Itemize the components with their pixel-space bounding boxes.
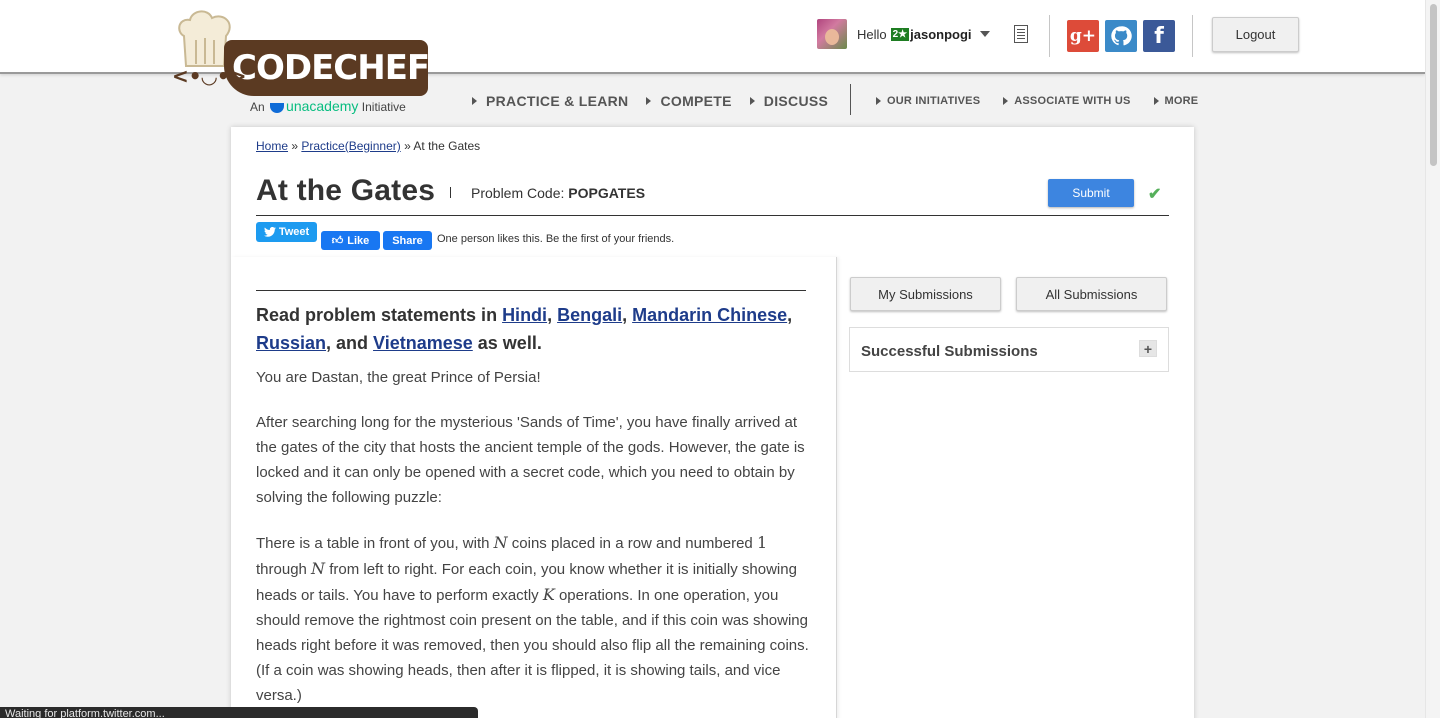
statement-paragraph: You are Dastan, the great Prince of Pers…: [256, 369, 541, 386]
star-rating-badge: 2★: [890, 27, 910, 41]
problem-card: Home » Practice(Beginner) » At the Gates…: [231, 127, 1194, 718]
user-avatar[interactable]: [817, 19, 847, 49]
facebook-likes-text: One person likes this. Be the first of y…: [437, 233, 675, 245]
language-links: Read problem statements in Hindi, Bengal…: [256, 305, 793, 353]
header-divider: [1049, 15, 1050, 57]
caret-right-icon: [876, 97, 881, 105]
lang-link-bengali[interactable]: Bengali: [557, 305, 622, 325]
facebook-icon[interactable]: f: [1143, 20, 1175, 52]
caret-right-icon: [646, 97, 652, 105]
title-rule: [256, 215, 1169, 216]
all-submissions-button[interactable]: All Submissions: [1016, 277, 1167, 311]
lang-link-mandarin[interactable]: Mandarin Chinese: [632, 305, 787, 325]
notes-icon[interactable]: [1014, 25, 1028, 43]
caret-right-icon: [1153, 97, 1159, 105]
my-submissions-button[interactable]: My Submissions: [850, 277, 1001, 311]
breadcrumb-home-link[interactable]: Home: [256, 139, 288, 153]
breadcrumb-current: At the Gates: [413, 139, 481, 153]
twitter-icon: [263, 227, 276, 237]
secondary-nav: OUR INITIATIVES ASSOCIATE WITH US MORE: [876, 92, 1221, 110]
username-link[interactable]: jasonpogi: [910, 27, 971, 42]
logo-wordmark: CODECHEF: [232, 48, 430, 88]
breadcrumb-practice-link[interactable]: Practice(Beginner): [301, 139, 400, 153]
nav-practice-learn[interactable]: PRACTICE & LEARN: [472, 93, 628, 109]
browser-status-bar: Waiting for platform.twitter.com...: [0, 707, 478, 718]
lang-link-hindi[interactable]: Hindi: [502, 305, 547, 325]
logo-tagline: An unacademy Initiative: [250, 98, 406, 114]
nav-divider: [850, 84, 851, 115]
nav-associate-with-us[interactable]: ASSOCIATE WITH US: [1003, 95, 1130, 107]
lang-link-russian[interactable]: Russian: [256, 333, 326, 353]
google-plus-icon[interactable]: g+: [1067, 20, 1099, 52]
facebook-share-button[interactable]: Share: [383, 231, 432, 250]
user-menu[interactable]: Hello 2★ jasonpogi: [817, 19, 990, 49]
caret-right-icon: [472, 97, 477, 105]
expand-plus-icon[interactable]: +: [1139, 340, 1157, 357]
caret-right-icon: [1003, 97, 1009, 105]
successful-submissions-panel[interactable]: Successful Submissions +: [849, 327, 1169, 372]
facebook-like-button[interactable]: 👍︎ Like: [321, 231, 380, 250]
nav-compete[interactable]: COMPETE: [646, 93, 731, 109]
header-divider: [1192, 15, 1193, 57]
breadcrumb: Home » Practice(Beginner) » At the Gates: [256, 139, 481, 153]
unacademy-icon: [270, 102, 285, 113]
codechef-logo[interactable]: CODECHEF <•◡•> An unacademy Initiative: [170, 8, 430, 116]
github-icon[interactable]: [1105, 20, 1137, 52]
main-nav: PRACTICE & LEARN COMPETE DISCUSS: [472, 92, 846, 110]
logout-button[interactable]: Logout: [1212, 17, 1299, 52]
page-title: At the Gates: [256, 174, 436, 207]
submit-button[interactable]: Submit: [1048, 179, 1134, 207]
nav-more[interactable]: MORE: [1153, 95, 1199, 107]
nav-discuss[interactable]: DISCUSS: [749, 93, 828, 109]
statement-paragraph: After searching long for the mysterious …: [256, 414, 805, 506]
nav-our-initiatives[interactable]: OUR INITIATIVES: [876, 95, 980, 107]
hello-text: Hello: [857, 26, 887, 42]
thumbs-up-icon: 👍︎: [331, 235, 344, 247]
page-scrollbar[interactable]: [1425, 0, 1440, 718]
caret-right-icon: [749, 97, 755, 105]
chevron-down-icon[interactable]: [979, 31, 990, 37]
tweet-button[interactable]: Tweet: [256, 222, 317, 242]
chef-face-icon: <•◡•>: [172, 64, 247, 88]
successful-submissions-label: Successful Submissions: [861, 343, 1038, 360]
problem-code: Problem Code: POPGATES: [471, 185, 646, 201]
solved-check-icon: ✔: [1148, 186, 1162, 203]
statement-rule: [256, 290, 806, 291]
lang-link-vietnamese[interactable]: Vietnamese: [373, 333, 473, 353]
scrollbar-thumb[interactable]: [1430, 4, 1437, 166]
title-divider: [450, 187, 451, 198]
problem-statement: Read problem statements in Hindi, Bengal…: [231, 257, 837, 718]
statement-paragraph: There is a table in front of you, with N…: [256, 533, 809, 704]
